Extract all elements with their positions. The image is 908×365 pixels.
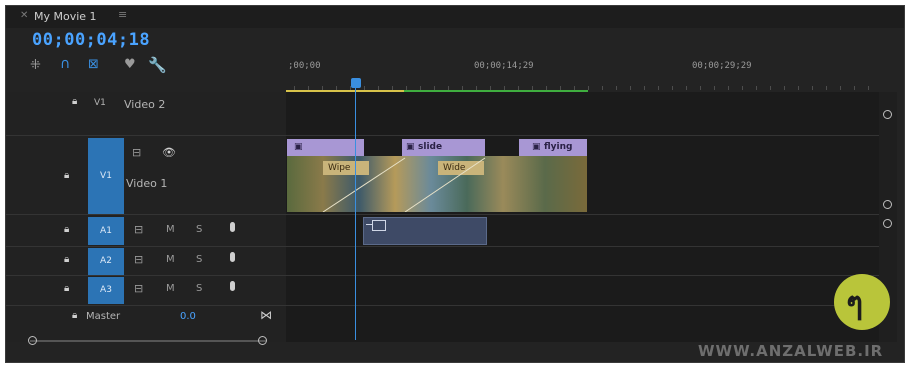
solo-button[interactable]: S <box>196 283 202 294</box>
tab-menu-icon[interactable]: ≡ <box>118 8 127 21</box>
audio-clip-icon <box>372 220 386 231</box>
sync-lock-icon[interactable]: ⊟ <box>134 282 143 295</box>
ruler-tick <box>826 86 827 90</box>
watermark-logo-glyph: ๆ <box>846 284 864 322</box>
divider <box>366 224 372 225</box>
watermark-text: WWW.ANZALWEB.IR <box>698 342 884 360</box>
ruler-label: ;00;00 <box>288 61 321 71</box>
track-target-a3[interactable]: A3 <box>88 277 124 304</box>
ruler-tick <box>644 86 645 90</box>
add-marker-icon[interactable]: ♥ <box>124 57 136 72</box>
ruler-tick <box>630 86 631 90</box>
ruler-tick <box>756 86 757 90</box>
solo-button[interactable]: S <box>196 224 202 235</box>
ruler-tick <box>840 86 841 90</box>
lock-icon[interactable]: 🔒︎ <box>72 96 77 107</box>
scroll-handle[interactable] <box>883 219 892 228</box>
ruler-tick <box>798 86 799 90</box>
playhead-line[interactable] <box>355 88 356 340</box>
ruler-tick <box>588 86 589 90</box>
track-name-v2: Video 2 <box>124 98 166 111</box>
scroll-handle[interactable] <box>883 200 892 209</box>
ruler-tick <box>770 86 771 90</box>
sync-lock-icon[interactable]: ⊟ <box>134 253 143 266</box>
lock-icon[interactable]: 🔒︎ <box>64 283 69 294</box>
mute-button[interactable]: M <box>166 254 175 265</box>
clip-label: flying <box>544 142 573 152</box>
ruler-tick <box>784 86 785 90</box>
sync-lock-icon[interactable]: ⊟ <box>132 146 141 159</box>
zoom-handle-right[interactable] <box>258 336 267 345</box>
lock-icon[interactable]: 🔒︎ <box>64 254 69 265</box>
sync-lock-icon[interactable]: ⊟ <box>134 223 143 236</box>
divider <box>6 135 879 136</box>
ruler-tick <box>728 86 729 90</box>
track-name-v1: Video 1 <box>126 177 168 190</box>
timeline-panel: ✕ My Movie 1 ≡ 00;00;04;18 ⁜ ∩ ⊠ ♥ 🔧 ;00… <box>5 5 905 363</box>
track-target-a1[interactable]: A1 <box>88 217 124 245</box>
insert-nest-icon[interactable]: ⁜ <box>30 58 41 73</box>
scroll-handle[interactable] <box>883 110 892 119</box>
ruler-tick <box>700 86 701 90</box>
ruler-tick <box>672 86 673 90</box>
ruler-tick <box>742 86 743 90</box>
panel-tab-bar: ✕ My Movie 1 ≡ <box>6 6 904 28</box>
playhead-handle[interactable] <box>351 78 361 88</box>
mute-button[interactable]: M <box>166 283 175 294</box>
divider <box>6 214 879 215</box>
settings-wrench-icon[interactable]: 🔧 <box>148 56 167 74</box>
close-tab-icon[interactable]: ✕ <box>20 10 28 21</box>
ruler-tick <box>602 86 603 90</box>
ruler-tick <box>868 86 869 90</box>
ruler-tick <box>686 86 687 90</box>
clip-icon: ▣ <box>294 142 303 152</box>
ruler-tick <box>714 86 715 90</box>
lock-icon[interactable]: 🔒︎ <box>64 224 69 235</box>
transition-diagonals <box>322 157 486 212</box>
microphone-icon[interactable] <box>230 252 235 262</box>
solo-button[interactable]: S <box>196 254 202 265</box>
lock-icon[interactable]: 🔒︎ <box>64 170 69 181</box>
divider <box>6 246 879 247</box>
ruler-tick <box>812 86 813 90</box>
fit-zoom-icon[interactable]: ⋈ <box>260 308 272 322</box>
master-volume-value[interactable]: 0.0 <box>180 311 196 322</box>
divider <box>6 305 879 306</box>
microphone-icon[interactable] <box>230 222 235 232</box>
divider <box>6 275 879 276</box>
ruler-label: 00;00;29;29 <box>692 61 752 71</box>
eye-icon[interactable]: 👁︎ <box>162 146 176 159</box>
mute-button[interactable]: M <box>166 224 175 235</box>
snap-magnet-icon[interactable]: ∩ <box>60 56 70 72</box>
linked-selection-icon[interactable]: ⊠ <box>88 57 99 72</box>
track-target-v1[interactable]: V1 <box>88 138 124 214</box>
microphone-icon[interactable] <box>230 281 235 291</box>
clip-icon: ▣ <box>406 142 415 152</box>
ruler-label: 00;00;14;29 <box>474 61 534 71</box>
track-target-a2[interactable]: A2 <box>88 248 124 275</box>
clip-icon: ▣ <box>532 142 541 152</box>
sequence-tab-title[interactable]: My Movie 1 <box>34 10 97 23</box>
zoom-handle-left[interactable] <box>28 336 37 345</box>
ruler-tick <box>854 86 855 90</box>
playhead-timecode[interactable]: 00;00;04;18 <box>32 30 150 50</box>
ruler-tick <box>616 86 617 90</box>
track-target-v2[interactable]: V1 <box>94 98 106 108</box>
horizontal-zoom-scrollbar[interactable] <box>30 340 266 342</box>
ruler-tick <box>658 86 659 90</box>
clip-label: slide <box>418 142 443 152</box>
master-track-label: Master <box>86 311 121 322</box>
time-ruler[interactable] <box>286 56 879 92</box>
lock-icon[interactable]: 🔒︎ <box>72 310 77 321</box>
